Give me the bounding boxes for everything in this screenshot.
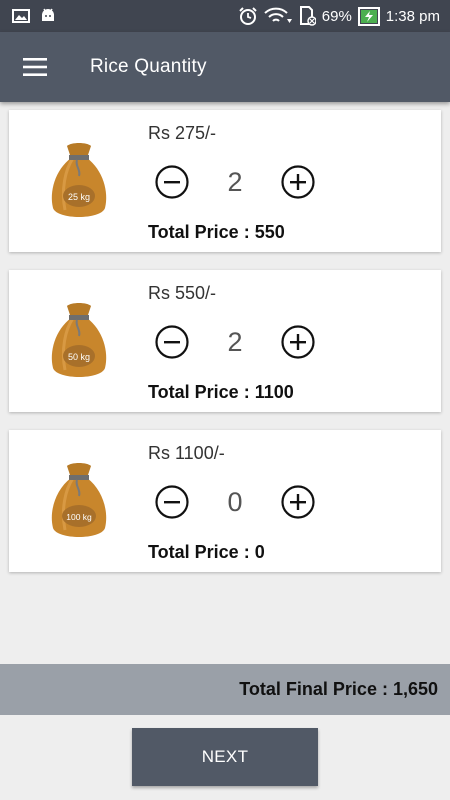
hamburger-menu-icon — [23, 58, 47, 76]
final-price-bar: Total Final Price : 1,650 — [0, 664, 450, 715]
wifi-icon — [264, 7, 292, 25]
increase-quantity-button[interactable] — [281, 325, 315, 359]
clock: 1:38 pm — [385, 7, 440, 25]
next-button[interactable]: NEXT — [132, 728, 318, 786]
minus-circle-icon — [155, 325, 189, 359]
rice-bag-100kg-icon: 100 kg — [51, 463, 107, 537]
rice-bag-25kg-icon: 25 kg — [51, 143, 107, 217]
menu-button[interactable] — [0, 32, 70, 102]
item-total-price: Total Price : 1100 — [148, 382, 294, 402]
alarm-icon — [238, 6, 258, 26]
item-total-price: Total Price : 0 — [148, 542, 265, 562]
rice-item-card: 100 kg Rs 1100/- 0 Total Price : 0 — [9, 430, 441, 572]
quantity-value: 2 — [227, 327, 243, 357]
sim-card-icon — [298, 6, 316, 26]
bag-weight-label: 25 kg — [68, 192, 90, 202]
quantity-value: 0 — [227, 487, 243, 517]
decrease-quantity-button[interactable] — [155, 165, 189, 199]
minus-circle-icon — [155, 485, 189, 519]
rice-bag-50kg-icon: 50 kg — [51, 303, 107, 377]
quantity-stepper: 2 — [155, 165, 317, 199]
increase-quantity-button[interactable] — [281, 485, 315, 519]
battery-percent: 69% — [321, 7, 352, 25]
bag-weight-label: 50 kg — [68, 352, 90, 362]
rice-item-card: 50 kg Rs 550/- 2 Total Price : 1100 — [9, 270, 441, 412]
quantity-stepper: 0 — [155, 485, 317, 519]
decrease-quantity-button[interactable] — [155, 485, 189, 519]
plus-circle-icon — [281, 165, 315, 199]
plus-circle-icon — [281, 485, 315, 519]
item-total-price: Total Price : 550 — [148, 222, 285, 242]
rice-item-card: 25 kg Rs 275/- 2 Total Price : 550 — [9, 110, 441, 252]
gallery-notification-icon — [12, 9, 30, 23]
quantity-stepper: 2 — [155, 325, 317, 359]
status-bar: 69% 1:38 pm — [0, 0, 450, 32]
decrease-quantity-button[interactable] — [155, 325, 189, 359]
increase-quantity-button[interactable] — [281, 165, 315, 199]
item-price: Rs 550/- — [148, 283, 217, 303]
quantity-value: 2 — [227, 167, 243, 197]
bag-weight-label: 100 kg — [66, 512, 92, 522]
plus-circle-icon — [281, 325, 315, 359]
item-price: Rs 1100/- — [148, 443, 225, 463]
item-price: Rs 275/- — [148, 123, 217, 143]
battery-charging-icon — [357, 6, 380, 26]
app-toolbar: Rice Quantity — [0, 32, 450, 102]
android-notification-icon — [40, 7, 56, 25]
minus-circle-icon — [155, 165, 189, 199]
page-title: Rice Quantity — [90, 56, 207, 77]
total-final-price: Total Final Price : 1,650 — [239, 679, 438, 699]
